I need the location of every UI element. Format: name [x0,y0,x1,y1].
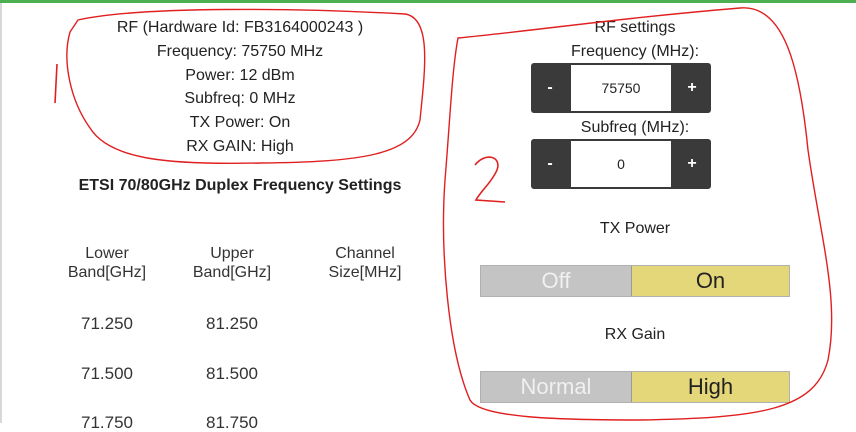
frequency-text: Frequency: 75750 MHz [156,42,324,60]
frequency-label: Frequency (MHz): [570,43,700,60]
col-header-channel-size: Channel Size[MHz] [310,244,420,282]
subfreq-label: Subfreq (MHz): [580,119,690,136]
top-accent-bar [0,0,856,3]
left-border [0,3,2,423]
frequency-stepper: - + [531,63,711,113]
annotation-number-1 [54,63,58,104]
col-header-upper-band: Upper Band[GHz] [177,244,287,282]
frequency-increment-button[interactable]: + [673,63,711,113]
table-cell-lower: 71.250 [81,314,133,333]
frequency-input[interactable] [571,65,671,111]
col-header-channel-line2: Size[MHz] [328,264,402,281]
frequency-decrement-button[interactable]: - [531,63,569,113]
etsi-section-title: ETSI 70/80GHz Duplex Frequency Settings [78,177,402,194]
subfreq-input[interactable] [571,141,671,187]
subfreq-decrement-button[interactable]: - [531,139,569,189]
col-header-channel-line1: Channel [335,245,395,262]
rx-gain-normal-option[interactable]: Normal [481,372,631,402]
rx-gain-high-option[interactable]: High [631,372,789,402]
tx-power-text: TX Power: On [189,114,291,132]
power-text: Power: 12 dBm [185,66,295,84]
hardware-id-text: RF (Hardware Id: FB3164000243 ) [116,19,364,36]
tx-power-on-option[interactable]: On [631,266,789,296]
rx-gain-toggle[interactable]: Normal High [480,371,790,403]
rx-gain-label: RX Gain [604,326,666,343]
col-header-upper-line1: Upper [210,245,254,262]
tx-power-off-option[interactable]: Off [481,266,631,296]
subfreq-increment-button[interactable]: + [673,139,711,189]
subfreq-stepper: - + [531,139,711,189]
col-header-lower-line1: Lower [85,245,129,262]
subfreq-text: Subfreq: 0 MHz [184,90,296,108]
rx-gain-text: RX GAIN: High [186,137,294,155]
table-cell-upper: 81.500 [206,364,258,383]
table-cell-lower: 71.500 [81,364,133,383]
col-header-lower-line2: Band[GHz] [67,264,147,281]
col-header-lower-band: Lower Band[GHz] [52,244,162,282]
tx-power-toggle[interactable]: Off On [480,265,790,297]
table-cell-upper: 81.250 [206,314,258,333]
rf-settings-title: RF settings [594,19,676,36]
col-header-upper-line2: Band[GHz] [192,264,272,281]
annotation-number-2 [474,156,506,203]
rf-info-panel: RF (Hardware Id: FB3164000243 ) Frequenc… [70,16,410,159]
tx-power-label: TX Power [599,220,671,237]
